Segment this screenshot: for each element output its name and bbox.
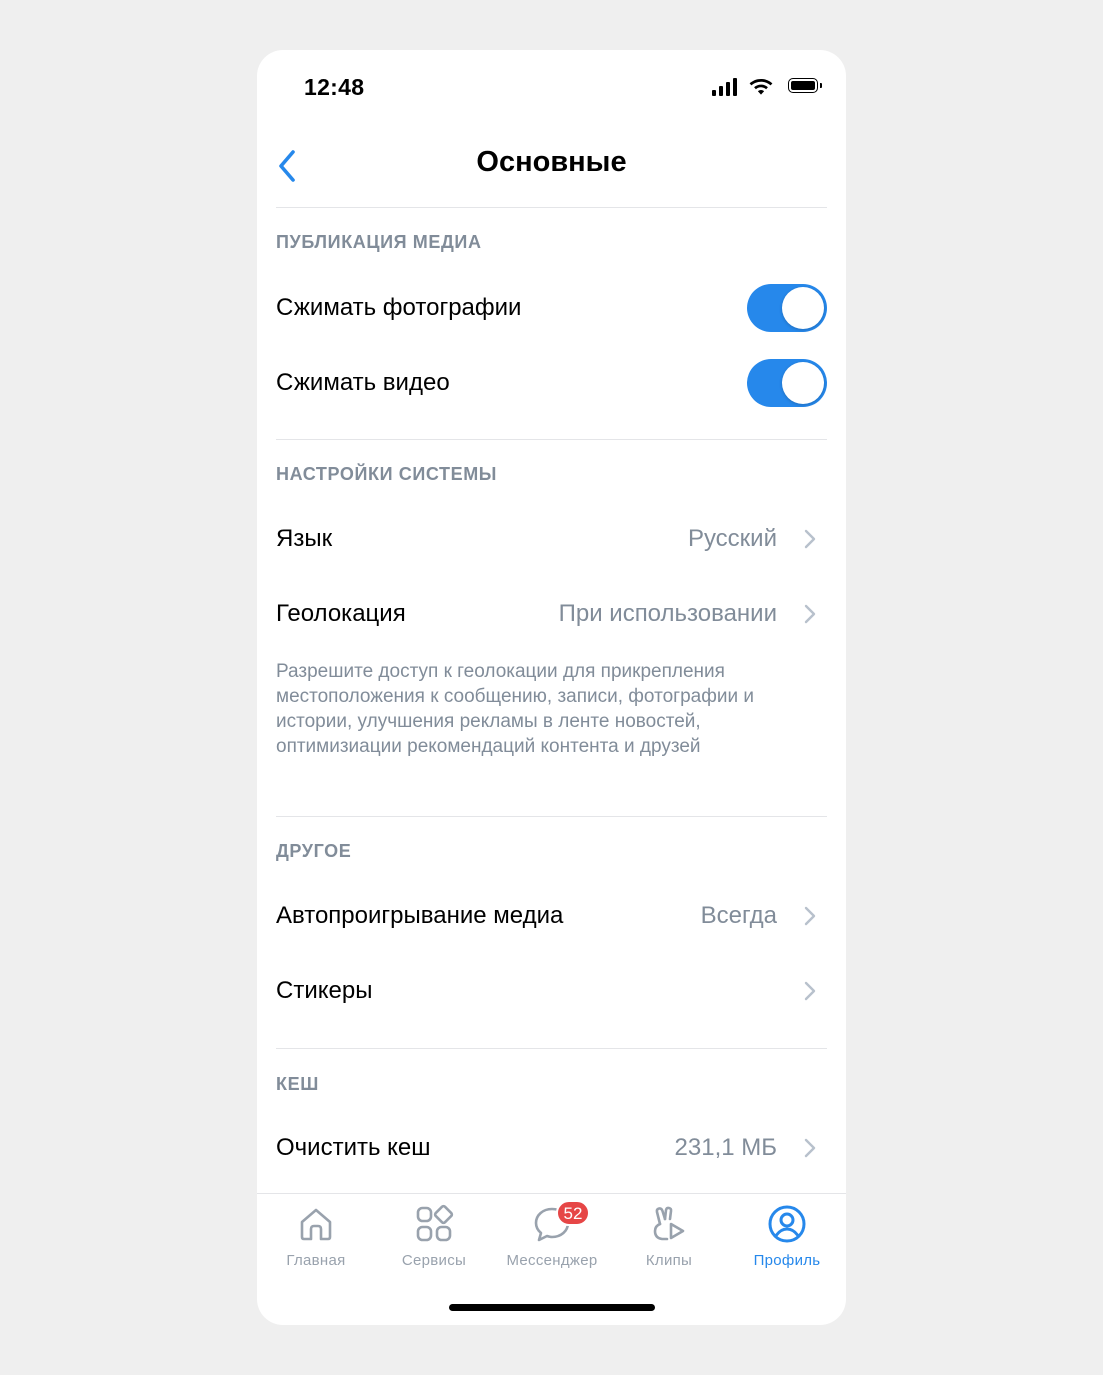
section-divider bbox=[276, 439, 827, 440]
compress-photos-label: Сжимать фотографии bbox=[276, 294, 522, 321]
geolocation-row[interactable]: Геолокация При использовании bbox=[257, 578, 846, 650]
tab-profile-label: Профиль bbox=[753, 1252, 821, 1269]
stickers-label: Стикеры bbox=[276, 977, 373, 1004]
language-value: Русский bbox=[687, 525, 777, 552]
profile-avatar-icon bbox=[768, 1205, 806, 1243]
page-title: Основные bbox=[476, 146, 627, 178]
geolocation-value: При использовании bbox=[558, 600, 777, 627]
status-icons bbox=[257, 76, 846, 98]
section-header-other: ДРУГОЕ bbox=[276, 841, 352, 861]
geolocation-description: Разрешите доступ к геолокации для прикре… bbox=[276, 661, 754, 757]
tab-messenger[interactable]: 52 Мессенджер bbox=[493, 1194, 611, 1274]
language-label: Язык bbox=[276, 525, 333, 552]
section-header-media: ПУБЛИКАЦИЯ МЕДИА bbox=[276, 232, 482, 252]
tab-profile[interactable]: Профиль bbox=[728, 1194, 846, 1274]
chevron-right-icon bbox=[804, 1138, 816, 1158]
section-header-system: НАСТРОЙКИ СИСТЕМЫ bbox=[276, 464, 498, 484]
compress-photos-toggle[interactable] bbox=[747, 284, 827, 332]
section-divider bbox=[276, 1048, 827, 1049]
cache-size-value: 231,1 МБ bbox=[674, 1134, 777, 1161]
services-grid-icon bbox=[416, 1204, 454, 1242]
tab-clips[interactable]: Клипы bbox=[610, 1194, 728, 1274]
compress-video-label: Сжимать видео bbox=[276, 369, 450, 396]
wifi-icon bbox=[749, 79, 773, 95]
language-row[interactable]: Язык Русский bbox=[257, 503, 846, 575]
autoplay-label: Автопроигрывание медиа bbox=[276, 902, 564, 929]
autoplay-row[interactable]: Автопроигрывание медиа Всегда bbox=[257, 880, 846, 952]
compress-video-toggle[interactable] bbox=[747, 359, 827, 407]
battery-icon bbox=[788, 78, 822, 93]
toggle-knob bbox=[782, 287, 824, 329]
autoplay-value: Всегда bbox=[700, 902, 777, 929]
clips-icon bbox=[653, 1206, 685, 1241]
home-indicator bbox=[449, 1304, 655, 1311]
chevron-right-icon bbox=[804, 529, 816, 549]
section-divider bbox=[276, 816, 827, 817]
clear-cache-label: Очистить кеш bbox=[276, 1134, 431, 1161]
tab-services[interactable]: Сервисы bbox=[375, 1194, 493, 1274]
chevron-right-icon bbox=[804, 981, 816, 1001]
geolocation-label: Геолокация bbox=[276, 600, 406, 627]
chevron-right-icon bbox=[804, 906, 816, 926]
tab-messenger-label: Мессенджер bbox=[506, 1252, 598, 1269]
compress-video-row: Сжимать видео bbox=[257, 347, 846, 419]
tab-clips-label: Клипы bbox=[645, 1252, 693, 1269]
clear-cache-row[interactable]: Очистить кеш 231,1 МБ bbox=[257, 1112, 846, 1184]
tab-bar: Главная Сервисы 52 Мессенджер Клипы Проф… bbox=[257, 1193, 846, 1274]
compress-photos-row: Сжимать фотографии bbox=[257, 272, 846, 344]
tab-home-label: Главная bbox=[286, 1252, 346, 1269]
phone-screen: 12:48 Основные ПУБЛИКАЦИЯ МЕДИА Сжимать … bbox=[257, 50, 846, 1325]
section-header-cache: КЕШ bbox=[276, 1074, 319, 1094]
stickers-row[interactable]: Стикеры bbox=[257, 955, 846, 1027]
messenger-unread-badge: 52 bbox=[556, 1200, 590, 1226]
home-icon bbox=[300, 1208, 332, 1241]
cellular-signal-icon bbox=[712, 78, 738, 96]
nav-divider bbox=[276, 207, 827, 208]
chevron-right-icon bbox=[804, 604, 816, 624]
tab-home[interactable]: Главная bbox=[257, 1194, 375, 1274]
toggle-knob bbox=[782, 362, 824, 404]
tab-services-label: Сервисы bbox=[401, 1252, 467, 1269]
